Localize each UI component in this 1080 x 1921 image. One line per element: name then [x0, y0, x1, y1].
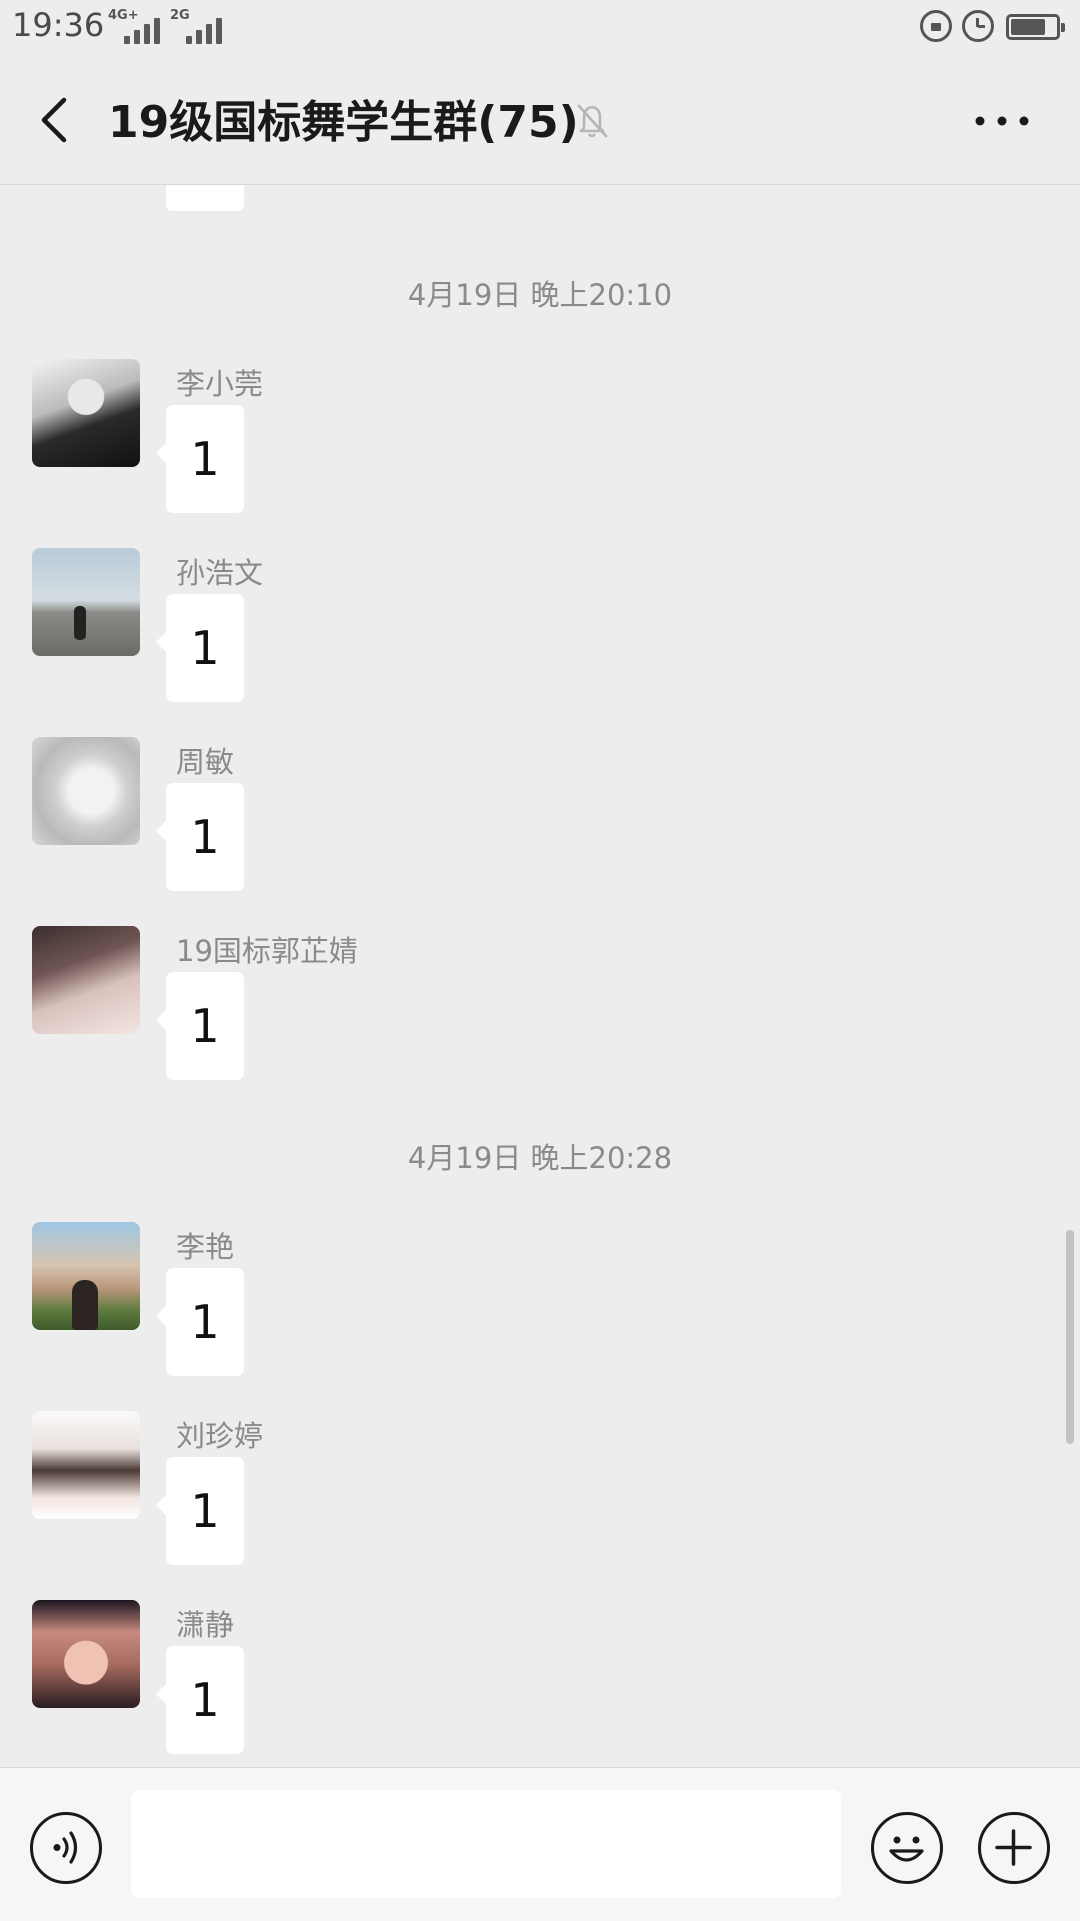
status-time: 19:36 — [12, 6, 105, 44]
message-timestamp: 4月19日 晚上20:10 — [407, 278, 673, 312]
chat-title: 19级国标舞学生群(75) — [108, 97, 579, 148]
avatar[interactable] — [32, 1222, 140, 1330]
message-bubble[interactable]: 1 — [156, 1268, 244, 1376]
battery-icon — [1006, 14, 1065, 40]
message-text: 1 — [190, 1295, 220, 1349]
message-bubble[interactable]: 1 — [156, 783, 244, 891]
voice-input-button[interactable] — [30, 1812, 102, 1884]
chat-message: 李小莞 1 — [0, 359, 1080, 539]
message-bubble[interactable]: 1 — [156, 405, 244, 513]
emoji-button[interactable] — [871, 1812, 943, 1884]
message-bubble[interactable]: 1 — [156, 1646, 244, 1754]
rotation-lock-icon — [920, 10, 952, 42]
message-text: 1 — [190, 1484, 220, 1538]
avatar[interactable] — [32, 359, 140, 467]
message-text: 1 — [190, 999, 220, 1053]
more-options-button[interactable] — [970, 106, 1034, 136]
input-bar — [0, 1767, 1080, 1921]
emoji-icon — [889, 1836, 924, 1862]
voice-icon — [53, 1831, 78, 1864]
message-timestamp: 4月19日 晚上20:28 — [407, 1141, 673, 1175]
avatar[interactable] — [32, 926, 140, 1034]
more-functions-button[interactable] — [978, 1812, 1050, 1884]
message-text: 1 — [190, 432, 220, 486]
back-button[interactable] — [30, 92, 80, 148]
status-bar: 19:36 4G+ 2G — [0, 0, 1080, 56]
chat-message: 潇静 1 — [0, 1600, 1080, 1767]
sender-name: 孙浩文 — [176, 556, 264, 590]
alarm-icon — [962, 10, 994, 42]
sender-name: 周敏 — [176, 745, 235, 779]
bell-off-icon — [577, 104, 608, 138]
signal-icon: 2G — [166, 8, 238, 44]
scrollbar[interactable] — [1066, 1230, 1074, 1444]
message-bubble[interactable]: 1 — [156, 972, 244, 1080]
plus-icon — [995, 1829, 1032, 1866]
message-bubble[interactable]: 1 — [156, 594, 244, 702]
sender-name: 潇静 — [176, 1608, 235, 1642]
avatar[interactable] — [32, 548, 140, 656]
more-horizontal-icon — [975, 116, 1029, 126]
chat-message: 周敏 1 — [0, 737, 1080, 917]
chat-message-list[interactable]: 4月19日 晚上20:10 李小莞 1 孙浩文 1 周敏 1 19国标郭芷婧 1… — [0, 185, 1080, 1767]
sender-name: 19国标郭芷婧 — [176, 934, 358, 968]
sender-name: 李小莞 — [176, 367, 264, 401]
chat-header: 19级国标舞学生群(75) — [0, 56, 1080, 185]
sender-name: 李艳 — [176, 1230, 235, 1264]
sender-name: 刘珍婷 — [176, 1419, 264, 1453]
message-text: 1 — [190, 621, 220, 675]
chat-message: 孙浩文 1 — [0, 548, 1080, 728]
message-input[interactable] — [131, 1790, 841, 1898]
chat-message: 19国标郭芷婧 1 — [0, 926, 1080, 1106]
avatar[interactable] — [32, 1411, 140, 1519]
message-bubble[interactable]: 1 — [156, 1457, 244, 1565]
message-text: 1 — [190, 1673, 220, 1727]
avatar[interactable] — [32, 1600, 140, 1708]
chat-message: 李艳 1 — [0, 1222, 1080, 1402]
chevron-left-icon — [41, 97, 67, 143]
chat-message: 刘珍婷 1 — [0, 1411, 1080, 1591]
avatar[interactable] — [32, 737, 140, 845]
message-text: 1 — [190, 810, 220, 864]
message-bubble[interactable] — [166, 185, 244, 211]
